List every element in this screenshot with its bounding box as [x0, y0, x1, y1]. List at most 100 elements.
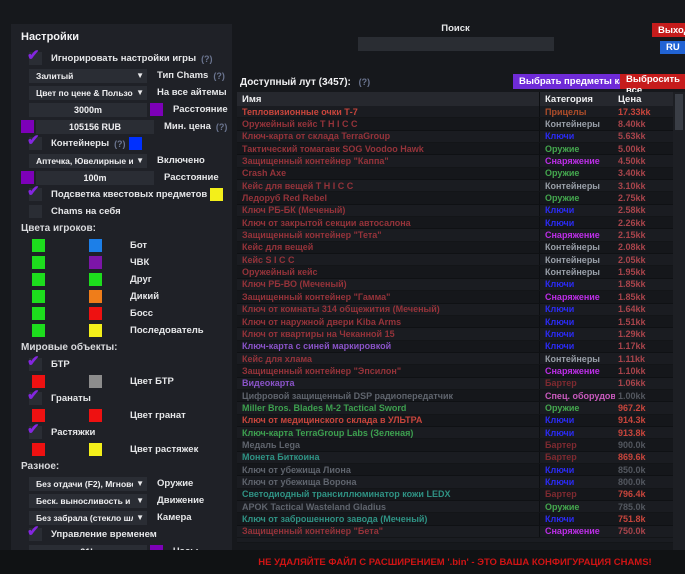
- dropdown[interactable]: Без отдачи (F2), Мгновенное п▼: [29, 477, 147, 491]
- table-row[interactable]: Miller Bros. Blades M-2 Tactical SwordОр…: [237, 402, 673, 414]
- value-input[interactable]: 100m: [36, 171, 154, 185]
- checkbox[interactable]: ✔: [29, 52, 42, 65]
- table-row[interactable]: Ключ от медицинского склада в УЛЬТРАКлюч…: [237, 415, 673, 427]
- checkbox[interactable]: ✔: [29, 392, 42, 405]
- checkbox[interactable]: ✔: [29, 188, 42, 201]
- item-name: Ключ РБ-БК (Меченый): [237, 205, 540, 216]
- table-row[interactable]: Ключ от наружной двери Kiba ArmsКлючи1.5…: [237, 316, 673, 328]
- table-row[interactable]: Медаль LegaБартер900.0k: [237, 439, 673, 451]
- color-swatch[interactable]: [32, 273, 45, 286]
- scrollbar-thumb[interactable]: [675, 94, 683, 130]
- column-name[interactable]: Имя: [237, 92, 540, 106]
- dropdown[interactable]: Аптечка, Ювелирные и...▼: [29, 154, 147, 168]
- table-row[interactable]: Ключ-карта TerraGroup Labs (Зеленая)Ключ…: [237, 427, 673, 439]
- color-swatch[interactable]: [32, 324, 45, 337]
- table-row[interactable]: Светодиодный трансиллюминатор кожи LEDXБ…: [237, 489, 673, 501]
- settings-row: Цвет гранат: [21, 407, 232, 424]
- table-row[interactable]: Тактический томагавк SOG Voodoo HawkОруж…: [237, 143, 673, 155]
- item-name: Видеокарта: [237, 378, 540, 389]
- item-price: 1.10kk: [615, 366, 673, 376]
- search-input[interactable]: [358, 37, 554, 51]
- item-category: Контейнеры: [540, 181, 615, 191]
- checkbox[interactable]: ✔: [29, 528, 42, 541]
- dropdown[interactable]: Беск. выносливость и нет уста▼: [29, 494, 147, 508]
- dropdown-value: Цвет по цене & Пользователь: [29, 88, 133, 98]
- color-swatch[interactable]: [89, 409, 102, 422]
- table-row[interactable]: Ключ от комнаты 314 общежития (Меченый)К…: [237, 304, 673, 316]
- table-row[interactable]: Ключ-карта от склада TerraGroupКлючи5.63…: [237, 131, 673, 143]
- color-swatch[interactable]: [32, 256, 45, 269]
- color-swatch[interactable]: [89, 375, 102, 388]
- color-swatch[interactable]: [129, 137, 142, 150]
- table-row[interactable]: Кейс для вещей T H I C CКонтейнеры3.10kk: [237, 180, 673, 192]
- table-row[interactable]: Оружейный кейсКонтейнеры1.95kk: [237, 266, 673, 278]
- color-swatch[interactable]: [210, 188, 223, 201]
- color-swatch[interactable]: [89, 307, 102, 320]
- table-row[interactable]: Ключ от закрытой секции автосалонаКлючи2…: [237, 217, 673, 229]
- color-swatch[interactable]: [150, 103, 163, 116]
- item-name: Кейс для вещей: [237, 242, 540, 253]
- table-row[interactable]: Ключ-карта с синей маркировкойКлючи1.17k…: [237, 341, 673, 353]
- value-input[interactable]: 3000m: [29, 103, 147, 117]
- checkbox[interactable]: ✔: [29, 426, 42, 439]
- item-price: 5.00kk: [615, 144, 673, 154]
- column-category[interactable]: Категория: [540, 94, 615, 105]
- item-name: Ключ-карта от склада TerraGroup: [237, 131, 540, 142]
- table-row[interactable]: Ключ от убежища ВоронаКлючи800.0k: [237, 476, 673, 488]
- color-swatch[interactable]: [89, 324, 102, 337]
- table-row[interactable]: Защищенный контейнер "Гамма"Снаряжение1.…: [237, 291, 673, 303]
- dropdown[interactable]: Залитый▼: [29, 69, 147, 83]
- value-input[interactable]: 105156 RUB: [36, 120, 154, 134]
- table-row[interactable]: Оружейный кейс T H I C CКонтейнеры8.40kk: [237, 118, 673, 130]
- table-row[interactable]: APOK Tactical Wasteland GladiusОружие785…: [237, 501, 673, 513]
- checkbox[interactable]: ✔: [29, 358, 42, 371]
- table-row[interactable]: Кейс для хламаКонтейнеры1.11kk: [237, 353, 673, 365]
- checkmark-icon: ✔: [27, 46, 40, 64]
- item-category: Оружие: [540, 403, 615, 413]
- table-row[interactable]: Ключ от заброшенного завода (Меченый)Клю…: [237, 513, 673, 525]
- checkmark-icon: ✔: [27, 386, 40, 404]
- color-swatch[interactable]: [32, 239, 45, 252]
- table-row[interactable]: Тепловизионные очки Т-7Прицелы17.33kk: [237, 106, 673, 118]
- color-swatch[interactable]: [32, 290, 45, 303]
- table-row[interactable]: Цифровой защищенный DSP радиопередатчикС…: [237, 390, 673, 402]
- color-swatch[interactable]: [32, 307, 45, 320]
- item-name: Тактический томагавк SOG Voodoo Hawk: [237, 143, 540, 154]
- color-swatch[interactable]: [89, 273, 102, 286]
- table-row[interactable]: Кейс для вещейКонтейнеры2.08kk: [237, 242, 673, 254]
- exit-button[interactable]: Выход: [652, 23, 685, 37]
- settings-row: Разное:: [21, 458, 232, 475]
- language-button[interactable]: RU: [660, 41, 685, 54]
- table-row[interactable]: ВидеокартаБартер1.06kk: [237, 378, 673, 390]
- table-row[interactable]: Защищенный контейнер "Бета"Снаряжение750…: [237, 526, 673, 538]
- color-swatch[interactable]: [32, 443, 45, 456]
- table-row[interactable]: Ключ РБ-БК (Меченый)Ключи2.58kk: [237, 205, 673, 217]
- table-row[interactable]: Ледоруб Red RebelОружие2.75kk: [237, 192, 673, 204]
- table-row-partial[interactable]: [237, 538, 673, 543]
- drop-all-button[interactable]: Выбросить все: [620, 74, 685, 89]
- item-name: APOK Tactical Wasteland Gladius: [237, 501, 540, 512]
- search-label: Поиск: [358, 23, 553, 34]
- dropdown[interactable]: Цвет по цене & Пользователь▼: [29, 86, 147, 100]
- table-row[interactable]: Монета БиткоинаБартер869.6k: [237, 452, 673, 464]
- color-swatch[interactable]: [89, 239, 102, 252]
- table-row[interactable]: Crash AxeОружие3.40kk: [237, 168, 673, 180]
- table-row[interactable]: Защищенный контейнер "Эпсилон"Снаряжение…: [237, 365, 673, 377]
- checkbox[interactable]: [29, 205, 42, 218]
- checkbox[interactable]: ✔: [29, 137, 42, 150]
- item-name: Ключ от убежища Ворона: [237, 476, 540, 487]
- table-row[interactable]: Защищенный контейнер "Тета"Снаряжение2.1…: [237, 229, 673, 241]
- table-row[interactable]: Ключ РБ-ВО (Меченый)Ключи1.85kk: [237, 279, 673, 291]
- column-price[interactable]: Цена: [615, 94, 673, 105]
- item-category: Контейнеры: [540, 255, 615, 265]
- table-row[interactable]: Ключ от квартиры на Чеканной 15Ключи1.29…: [237, 328, 673, 340]
- color-swatch[interactable]: [89, 256, 102, 269]
- dropdown[interactable]: Без забрала (стекло шлема)▼: [29, 511, 147, 525]
- color-swatch[interactable]: [89, 290, 102, 303]
- table-row[interactable]: Ключ от убежища ЛионаКлючи850.0k: [237, 464, 673, 476]
- table-row[interactable]: Кейс S I C CКонтейнеры2.05kk: [237, 254, 673, 266]
- color-swatch[interactable]: [89, 443, 102, 456]
- color-row-label: Друг: [130, 274, 152, 285]
- table-scrollbar[interactable]: [673, 92, 685, 550]
- table-row[interactable]: Защищенный контейнер "Каппа"Снаряжение4.…: [237, 155, 673, 167]
